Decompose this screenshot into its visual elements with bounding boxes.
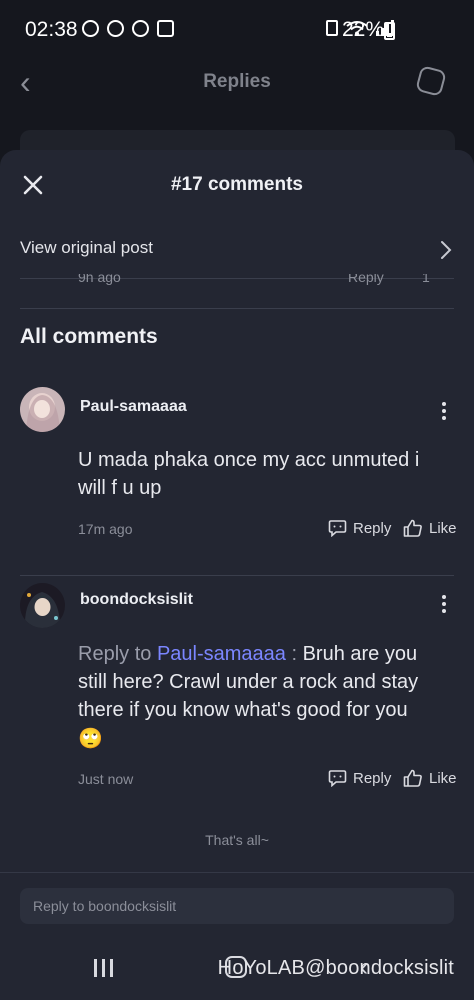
reply-bubble-icon (328, 520, 347, 537)
background-title: Replies (203, 71, 271, 92)
peek-time: 9h ago (78, 274, 121, 285)
sheet-header: #17 comments (0, 150, 474, 218)
comment-body: Reply to Paul-samaaaa : Bruh are you sti… (78, 640, 448, 752)
peek-row: 9h ago Reply 1 (0, 274, 474, 292)
emoji: 🙄 (78, 726, 103, 750)
comments-sheet: #17 comments View original post 9h ago R… (0, 150, 474, 1000)
avatar-image (20, 583, 65, 628)
like-label: Like (429, 769, 457, 787)
divider (20, 575, 454, 576)
background-header: ‹ Replies (0, 60, 474, 108)
battery-percent: 22% (342, 18, 385, 41)
image-icon (157, 20, 174, 37)
battery-icon (384, 22, 395, 40)
watermark: HoYoLAB@boondocksislit (217, 957, 454, 979)
notification-icons (82, 20, 174, 37)
reply-bubble-icon (328, 770, 347, 787)
view-original-post-button[interactable]: View original post (0, 228, 474, 272)
reply-button[interactable]: Reply (328, 769, 391, 787)
battery-saver-icon (326, 20, 338, 36)
status-bar: 02:38 22% (0, 0, 474, 60)
like-label: Like (429, 519, 457, 537)
reply-input[interactable] (20, 888, 454, 924)
peek-like-count: 1 (422, 274, 430, 285)
thumbs-up-icon (403, 769, 422, 787)
view-original-post-label: View original post (20, 238, 153, 257)
sheet-title: #17 comments (170, 174, 303, 195)
comment-username[interactable]: Paul-samaaaa (80, 398, 187, 416)
comment-body: U mada phaka once my acc unmuted i will … (78, 449, 420, 499)
end-of-list-text: That's all~ (205, 832, 269, 848)
mention-link[interactable]: Paul-samaaaa (157, 643, 286, 665)
like-button[interactable]: Like (403, 769, 457, 787)
status-time: 02:38 (25, 18, 78, 41)
recent-apps-icon[interactable] (94, 959, 113, 977)
avatar[interactable] (20, 583, 65, 628)
divider (20, 308, 454, 309)
reply-button[interactable]: Reply (328, 519, 391, 537)
more-options-icon[interactable] (440, 402, 448, 424)
avatar-image (20, 387, 65, 432)
reply-label: Reply (353, 519, 392, 537)
peek-reply: Reply (348, 274, 384, 285)
reply-separator: : (285, 643, 303, 665)
settings-gear-icon (132, 20, 149, 37)
comment-time: Just now (78, 771, 134, 787)
comment-time: 17m ago (78, 521, 133, 537)
like-button[interactable]: Like (403, 519, 457, 537)
avatar[interactable] (20, 387, 65, 432)
reply-prefix: Reply to (78, 643, 157, 665)
thumbs-up-icon (403, 519, 422, 537)
do-not-disturb-icon (82, 20, 99, 37)
reply-label: Reply (353, 769, 392, 787)
shazam-icon (107, 20, 124, 37)
all-comments-heading: All comments (20, 325, 158, 348)
chevron-right-icon (441, 241, 452, 259)
more-options-icon[interactable] (440, 595, 448, 617)
comment-username[interactable]: boondocksislit (80, 591, 193, 609)
